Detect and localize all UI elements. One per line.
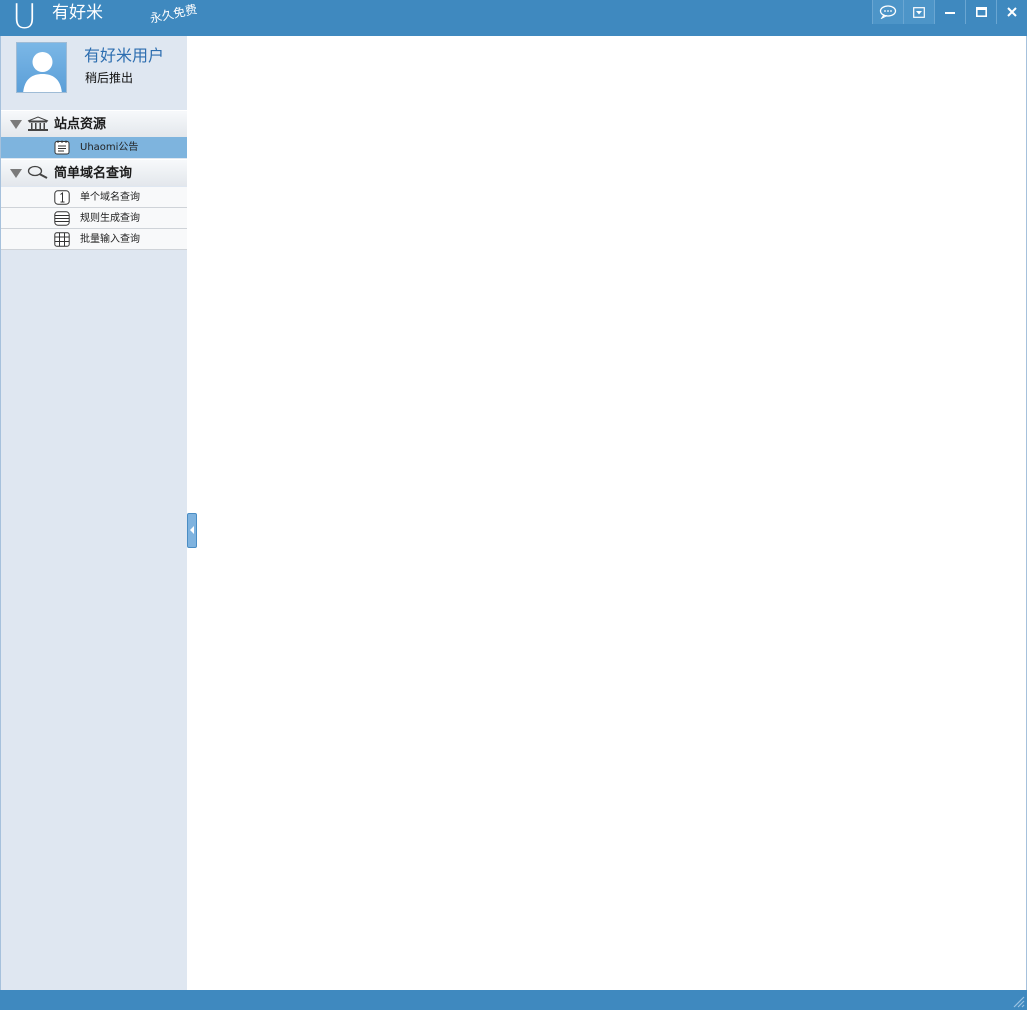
- group-site-resources[interactable]: 站点资源: [1, 110, 187, 137]
- sidebar-item-label: 批量输入查询: [80, 234, 140, 245]
- close-button[interactable]: [996, 0, 1027, 24]
- expand-arrow-icon: [10, 120, 22, 129]
- dropdown-menu-icon: [913, 6, 925, 18]
- title-bar: U 有好米 永久免费: [0, 0, 1027, 36]
- notice-icon: [54, 140, 70, 155]
- group-label: 简单域名查询: [54, 166, 133, 181]
- number-one-icon: [54, 190, 70, 205]
- username: 有好米用户: [84, 46, 165, 65]
- app-title: 有好米: [52, 3, 103, 23]
- list-icon: [54, 211, 70, 226]
- sidebar-item-label: Uhaomi公告: [80, 142, 139, 153]
- group-label: 站点资源: [54, 117, 107, 132]
- minimize-icon: [945, 7, 955, 17]
- sidebar-item-rule-generated-query[interactable]: 规则生成查询: [1, 208, 187, 229]
- chat-button[interactable]: [872, 0, 903, 24]
- minimize-button[interactable]: [934, 0, 965, 24]
- sidebar-item-single-domain-query[interactable]: 单个域名查询: [1, 187, 187, 208]
- maximize-button[interactable]: [965, 0, 996, 24]
- avatar[interactable]: [16, 42, 67, 93]
- slogan-text: 永久免费: [148, 2, 199, 26]
- logout-link[interactable]: 稍后推出: [85, 70, 133, 86]
- sidebar-item-uhaomi-notice[interactable]: Uhaomi公告: [1, 137, 187, 158]
- sidebar-item-label: 规则生成查询: [80, 213, 140, 224]
- resize-grip-icon[interactable]: [1009, 992, 1025, 1008]
- menu-dropdown-button[interactable]: [903, 0, 934, 24]
- status-bar: [0, 990, 1027, 1010]
- search-icon: [27, 165, 49, 181]
- sidebar-collapse-handle[interactable]: [187, 513, 197, 548]
- app-logo: U: [12, 0, 37, 37]
- sidebar-item-label: 单个域名查询: [80, 192, 140, 203]
- user-silhouette-icon: [17, 52, 66, 92]
- grid-icon: [54, 232, 70, 247]
- expand-arrow-icon: [10, 169, 22, 178]
- close-icon: [1007, 7, 1017, 17]
- bank-icon: [27, 116, 49, 132]
- sidebar-item-batch-input-query[interactable]: 批量输入查询: [1, 229, 187, 250]
- maximize-icon: [975, 7, 987, 17]
- window-controls: [872, 0, 1027, 24]
- chat-icon: [879, 5, 897, 19]
- sidebar: 有好米用户 稍后推出 站点资源 Uhaomi公告 简单域名查询 单个域名查询 规…: [0, 36, 187, 990]
- main-content-area: [187, 36, 1027, 990]
- user-panel: 有好米用户 稍后推出: [1, 36, 187, 110]
- group-simple-domain-query[interactable]: 简单域名查询: [1, 159, 187, 186]
